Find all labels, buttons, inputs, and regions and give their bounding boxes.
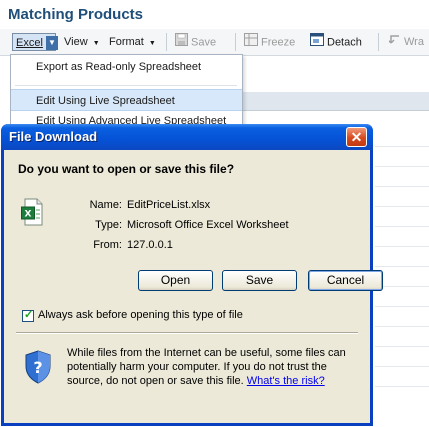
excel-dropdown-menu: Export as Read-only Spreadsheet Edit Usi… xyxy=(10,54,243,126)
name-value: EditPriceList.xlsx xyxy=(127,199,211,211)
table-row xyxy=(375,166,429,167)
always-ask-label[interactable]: Always ask before opening this type of f… xyxy=(38,309,243,321)
table-row xyxy=(375,146,429,147)
detach-button[interactable]: Detach xyxy=(310,33,362,51)
save-button[interactable]: Save xyxy=(222,270,297,291)
svg-text:X: X xyxy=(25,210,32,220)
floppy-disk-icon xyxy=(175,33,188,52)
menu-item-edit-live[interactable]: Edit Using Live Spreadsheet xyxy=(11,89,242,111)
freeze-button[interactable]: Freeze xyxy=(244,33,295,51)
view-menu-button[interactable]: View ▼ xyxy=(64,33,100,51)
from-value: 127.0.0.1 xyxy=(127,239,173,251)
app-title: Matching Products xyxy=(8,6,144,23)
toolbar: Excel ▼ View ▼ Format ▼ Save Freeze Detac… xyxy=(0,29,429,56)
checkmark-icon: ✓ xyxy=(24,309,34,321)
svg-text:?: ? xyxy=(33,358,42,377)
table-row xyxy=(375,286,429,287)
table-row xyxy=(375,186,429,187)
detach-icon xyxy=(310,33,324,52)
wrap-label: Wra xyxy=(404,36,424,48)
table-row xyxy=(375,346,429,347)
freeze-label: Freeze xyxy=(261,36,296,49)
dialog-title: File Download xyxy=(9,129,98,144)
open-button[interactable]: Open xyxy=(138,270,213,291)
security-shield-icon: ? xyxy=(24,350,52,384)
dialog-titlebar[interactable]: File Download ✕ xyxy=(1,124,373,150)
close-button[interactable]: ✕ xyxy=(346,127,367,147)
chevron-down-icon: ▼ xyxy=(148,40,156,47)
dialog-divider xyxy=(16,332,358,334)
format-menu-button[interactable]: Format ▼ xyxy=(109,33,156,51)
menu-separator xyxy=(15,85,237,86)
wrap-arrow-icon xyxy=(387,33,401,51)
table-row xyxy=(375,226,429,227)
dialog-content: Do you want to open or save this file? X… xyxy=(4,150,383,423)
close-icon: ✕ xyxy=(350,129,363,145)
toolbar-separator xyxy=(378,33,379,51)
chevron-down-icon: ▼ xyxy=(45,36,58,51)
excel-label: Excel xyxy=(16,37,43,49)
always-ask-checkbox[interactable]: ✓ xyxy=(22,309,34,322)
table-row xyxy=(375,386,429,387)
dialog-question: Do you want to open or save this file? xyxy=(18,162,235,176)
detach-label: Detach xyxy=(327,36,362,49)
save-toolbar-label: Save xyxy=(191,36,217,49)
table-row xyxy=(375,206,429,207)
table-row xyxy=(375,266,429,267)
security-warning-text: While files from the Internet can be use… xyxy=(67,346,357,388)
table-row xyxy=(375,246,429,247)
table-row xyxy=(375,326,429,327)
table-row xyxy=(375,366,429,367)
save-toolbar-button[interactable]: Save xyxy=(175,33,216,51)
wrap-button[interactable]: Wra xyxy=(387,33,424,51)
view-label: View xyxy=(64,36,88,48)
toolbar-separator xyxy=(166,33,167,51)
excel-menu-button[interactable]: Excel ▼ xyxy=(12,33,58,51)
chevron-down-icon: ▼ xyxy=(92,40,100,47)
excel-file-icon: X xyxy=(21,198,43,226)
from-label: From: xyxy=(93,239,122,251)
whats-the-risk-link[interactable]: What's the risk? xyxy=(247,375,325,387)
format-label: Format xyxy=(109,36,144,48)
freeze-grid-icon xyxy=(244,33,258,52)
type-value: Microsoft Office Excel Worksheet xyxy=(127,219,289,231)
toolbar-separator xyxy=(235,33,236,51)
cancel-button[interactable]: Cancel xyxy=(308,270,383,291)
table-header xyxy=(240,92,429,111)
type-label: Type: xyxy=(95,219,122,231)
file-download-dialog: File Download ✕ Do you want to open or s… xyxy=(1,124,383,426)
name-label: Name: xyxy=(89,199,122,211)
table-row xyxy=(375,306,429,307)
menu-item-export-readonly[interactable]: Export as Read-only Spreadsheet xyxy=(11,56,242,78)
